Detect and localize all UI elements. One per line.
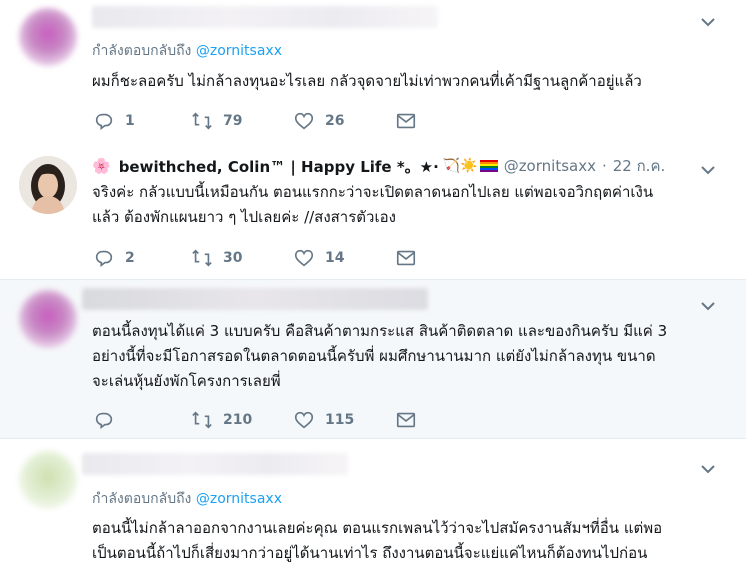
reply-to-label: กำลังตอบกลับถึง @zornitsaxx: [92, 491, 282, 507]
retweet-button[interactable]: 210: [191, 408, 252, 432]
reply-button[interactable]: [93, 408, 125, 432]
tweet-actions: 1 79 26: [93, 109, 423, 133]
retweet-icon: [192, 411, 212, 429]
direct-message-button[interactable]: [395, 246, 417, 270]
rainbow-flag-icon: [479, 160, 498, 172]
like-button[interactable]: 115: [293, 408, 354, 432]
tweet-actions: 2 30 14: [93, 246, 423, 270]
like-count: 14: [325, 250, 345, 266]
tweet-text: ตอนนี้ลงทุนได้แค่ 3 แบบครับ คือสินค้าตาม…: [92, 322, 668, 390]
retweet-button[interactable]: 30: [191, 246, 242, 270]
retweet-count: 210: [223, 412, 253, 428]
display-name[interactable]: bewithched, Colin™ | Happy Life *。★·: [119, 156, 439, 177]
blurred-display-name: [82, 453, 348, 475]
direct-message-button[interactable]: [395, 109, 417, 133]
avatar[interactable]: [19, 451, 77, 509]
flower-emoji-icon: 🌸: [92, 157, 111, 175]
avatar[interactable]: [19, 290, 77, 348]
retweet-icon: [192, 112, 212, 130]
tweet-text: จริงค่ะ กลัวแบบนี้เหมือนกัน ตอนแรกกะว่าจ…: [92, 183, 654, 226]
retweet-count: 30: [223, 250, 243, 266]
like-count: 26: [325, 113, 345, 129]
reply-button[interactable]: 1: [93, 109, 135, 133]
heart-icon: [294, 112, 314, 130]
blurred-display-name: [92, 6, 438, 28]
timestamp[interactable]: 22 ก.ค.: [613, 154, 666, 178]
retweet-icon: [192, 249, 212, 267]
direct-message-button[interactable]: [395, 408, 417, 432]
envelope-icon: [396, 113, 416, 129]
retweet-button[interactable]: 79: [191, 109, 242, 133]
reply-button[interactable]: 2: [93, 246, 135, 270]
profile-photo: [19, 156, 77, 214]
reply-icon: [95, 412, 113, 429]
reply-to-handle[interactable]: @zornitsaxx: [196, 43, 282, 59]
blurred-display-name: [82, 288, 428, 310]
like-button[interactable]: 26: [293, 109, 344, 133]
tweet-header: 🌸 bewithched, Colin™ | Happy Life *。★· 🏹…: [92, 156, 665, 176]
username[interactable]: @zornitsaxx: [504, 157, 596, 175]
reply-to-label: กำลังตอบกลับถึง @zornitsaxx: [92, 43, 282, 59]
name-emojis: 🏹☀️: [443, 158, 498, 174]
heart-icon: [294, 249, 314, 267]
reply-icon: [95, 250, 113, 267]
reply-to-handle[interactable]: @zornitsaxx: [196, 491, 282, 507]
reply-count: 1: [125, 113, 135, 129]
tweet[interactable]: กำลังตอบกลับถึง @zornitsaxx ผมก็ชะลอครับ…: [0, 0, 746, 148]
tweet-text: ผมก็ชะลอครับ ไม่กล้าลงทุนอะไรเลย กลัวจุด…: [92, 72, 642, 90]
chevron-down-icon[interactable]: [700, 298, 716, 314]
avatar[interactable]: [19, 156, 77, 214]
tweet-actions: 210 115: [93, 408, 423, 432]
heart-icon: [294, 411, 314, 429]
tweet-text: ตอนนี้ไม่กล้าลาออกจากงานเลยค่ะคุณ ตอนแรก…: [92, 519, 663, 562]
like-button[interactable]: 14: [293, 246, 344, 270]
like-count: 115: [325, 412, 355, 428]
retweet-count: 79: [223, 113, 243, 129]
tweet[interactable]: กำลังตอบกลับถึง @zornitsaxx ตอนนี้ไม่กล้…: [0, 438, 746, 583]
chevron-down-icon[interactable]: [700, 461, 716, 477]
reply-count: 2: [125, 250, 135, 266]
avatar[interactable]: [19, 8, 77, 66]
reply-icon: [95, 113, 113, 130]
envelope-icon: [396, 250, 416, 266]
envelope-icon: [396, 412, 416, 428]
chevron-down-icon[interactable]: [700, 14, 716, 30]
tweet[interactable]: ตอนนี้ลงทุนได้แค่ 3 แบบครับ คือสินค้าตาม…: [0, 279, 746, 439]
chevron-down-icon[interactable]: [700, 162, 716, 178]
